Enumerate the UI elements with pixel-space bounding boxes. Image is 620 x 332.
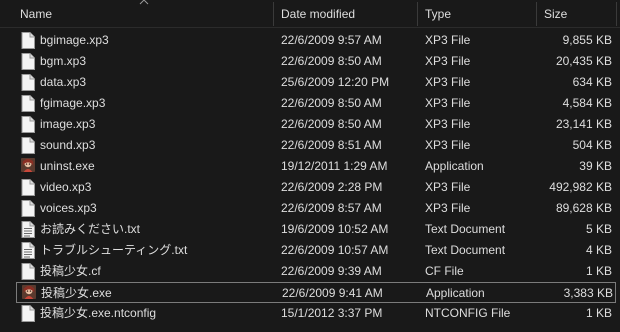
file-icon bbox=[21, 263, 35, 280]
file-size: 5 KB bbox=[585, 222, 612, 236]
file-row[interactable]: sound.xp3 22/6/2009 8:51 AM XP3 File 504 KB bbox=[16, 135, 616, 156]
file-date-modified: 19/6/2009 10:52 AM bbox=[281, 222, 389, 236]
file-type: Text Document bbox=[425, 222, 506, 236]
file-date-modified: 22/6/2009 9:57 AM bbox=[281, 33, 382, 47]
file-date-modified: 22/6/2009 8:50 AM bbox=[281, 54, 382, 68]
file-icon bbox=[21, 53, 35, 70]
file-name: 投稿少女.cf bbox=[40, 264, 101, 278]
file-icon bbox=[21, 116, 35, 133]
file-name: bgm.xp3 bbox=[40, 54, 87, 68]
file-type: XP3 File bbox=[425, 75, 471, 89]
file-row[interactable]: お読みください.txt 19/6/2009 10:52 AM Text Docume… bbox=[16, 219, 616, 240]
file-date-modified: 22/6/2009 8:57 AM bbox=[281, 201, 382, 215]
file-size: 89,628 KB bbox=[555, 201, 612, 215]
file-type: CF File bbox=[425, 264, 464, 278]
file-type: XP3 File bbox=[425, 180, 471, 194]
file-type: Application bbox=[425, 159, 484, 173]
file-size: 9,855 KB bbox=[562, 33, 612, 47]
file-date-modified: 22/6/2009 2:28 PM bbox=[281, 180, 383, 194]
file-date-modified: 25/6/2009 12:20 PM bbox=[281, 75, 390, 89]
file-size: 1 KB bbox=[585, 306, 612, 320]
column-date-header[interactable]: Date modified bbox=[281, 0, 411, 28]
file-name: image.xp3 bbox=[40, 117, 96, 131]
file-date-modified: 22/6/2009 9:39 AM bbox=[281, 264, 382, 278]
file-name: uninst.exe bbox=[40, 159, 95, 173]
column-divider[interactable] bbox=[536, 2, 537, 26]
file-name: video.xp3 bbox=[40, 180, 92, 194]
file-type: XP3 File bbox=[425, 54, 471, 68]
file-row[interactable]: 投稿少女.exe 22/6/2009 9:41 AM Application 3,38… bbox=[16, 282, 616, 303]
column-type-header[interactable]: Type bbox=[425, 0, 525, 28]
file-type: XP3 File bbox=[425, 138, 471, 152]
file-row[interactable]: uninst.exe 19/12/2011 1:29 AM Application 3… bbox=[16, 156, 616, 177]
app-icon bbox=[21, 158, 35, 175]
app-icon bbox=[22, 285, 36, 302]
file-icon bbox=[21, 179, 35, 196]
file-name: fgimage.xp3 bbox=[40, 96, 106, 110]
column-size-header[interactable]: Size bbox=[544, 0, 604, 28]
file-row[interactable]: image.xp3 22/6/2009 8:50 AM XP3 File 23,141… bbox=[16, 114, 616, 135]
file-date-modified: 22/6/2009 8:50 AM bbox=[281, 117, 382, 131]
file-row[interactable]: トラブルシューティング.txt 22/6/2009 10:57 AM Text Do… bbox=[16, 240, 616, 261]
file-icon bbox=[21, 305, 35, 322]
file-icon bbox=[21, 32, 35, 49]
column-divider[interactable] bbox=[273, 2, 274, 26]
file-row[interactable]: 投稿少女.exe.ntconfig 15/1/2012 3:37 PM NTCONF… bbox=[16, 303, 616, 324]
column-divider[interactable] bbox=[616, 2, 617, 26]
file-date-modified: 22/6/2009 8:51 AM bbox=[281, 138, 382, 152]
file-icon bbox=[21, 74, 35, 91]
file-type: Application bbox=[426, 286, 485, 300]
file-name: bgimage.xp3 bbox=[40, 33, 109, 47]
file-size: 4 KB bbox=[585, 243, 612, 257]
file-row[interactable]: bgimage.xp3 22/6/2009 9:57 AM XP3 File 9,85… bbox=[16, 30, 616, 51]
file-row[interactable]: video.xp3 22/6/2009 2:28 PM XP3 File 492,98… bbox=[16, 177, 616, 198]
file-size: 3,383 KB bbox=[563, 286, 613, 300]
file-name: data.xp3 bbox=[40, 75, 87, 89]
file-name: お読みください.txt bbox=[40, 222, 141, 236]
file-type: XP3 File bbox=[425, 117, 471, 131]
file-type: XP3 File bbox=[425, 96, 471, 110]
column-name-header[interactable]: Name bbox=[20, 0, 270, 28]
file-row[interactable]: data.xp3 25/6/2009 12:20 PM XP3 File 634 KB bbox=[16, 72, 616, 93]
file-size: 1 KB bbox=[585, 264, 612, 278]
file-size: 634 KB bbox=[572, 75, 612, 89]
file-size: 39 KB bbox=[579, 159, 612, 173]
file-icon bbox=[21, 137, 35, 154]
file-row[interactable]: 投稿少女.cf 22/6/2009 9:39 AM CF File 1 KB bbox=[16, 261, 616, 282]
file-type: NTCONFIG File bbox=[425, 306, 511, 320]
file-size: 4,584 KB bbox=[562, 96, 612, 110]
file-size: 492,982 KB bbox=[549, 180, 612, 194]
file-name: sound.xp3 bbox=[40, 138, 96, 152]
file-name: 投稿少女.exe bbox=[41, 286, 112, 300]
column-header: Name Date modified Type Size bbox=[0, 0, 620, 28]
file-size: 504 KB bbox=[572, 138, 612, 152]
file-name: トラブルシューティング.txt bbox=[40, 243, 188, 257]
file-row[interactable]: voices.xp3 22/6/2009 8:57 AM XP3 File 89,62… bbox=[16, 198, 616, 219]
file-date-modified: 22/6/2009 8:50 AM bbox=[281, 96, 382, 110]
file-date-modified: 19/12/2011 1:29 AM bbox=[281, 159, 388, 173]
file-size: 23,141 KB bbox=[555, 117, 612, 131]
file-type: XP3 File bbox=[425, 33, 471, 47]
file-type: XP3 File bbox=[425, 201, 471, 215]
file-date-modified: 22/6/2009 10:57 AM bbox=[281, 243, 389, 257]
file-date-modified: 15/1/2012 3:37 PM bbox=[281, 306, 383, 320]
file-date-modified: 22/6/2009 9:41 AM bbox=[282, 286, 383, 300]
file-row[interactable]: fgimage.xp3 22/6/2009 8:50 AM XP3 File 4,58… bbox=[16, 93, 616, 114]
file-icon bbox=[21, 95, 35, 112]
file-name: 投稿少女.exe.ntconfig bbox=[40, 306, 157, 320]
column-divider[interactable] bbox=[417, 2, 418, 26]
file-size: 20,435 KB bbox=[555, 54, 612, 68]
text-file-icon bbox=[21, 242, 35, 259]
file-name: voices.xp3 bbox=[40, 201, 97, 215]
file-type: Text Document bbox=[425, 243, 506, 257]
file-row[interactable]: bgm.xp3 22/6/2009 8:50 AM XP3 File 20,435 K… bbox=[16, 51, 616, 72]
file-icon bbox=[21, 200, 35, 217]
text-file-icon bbox=[21, 221, 35, 238]
